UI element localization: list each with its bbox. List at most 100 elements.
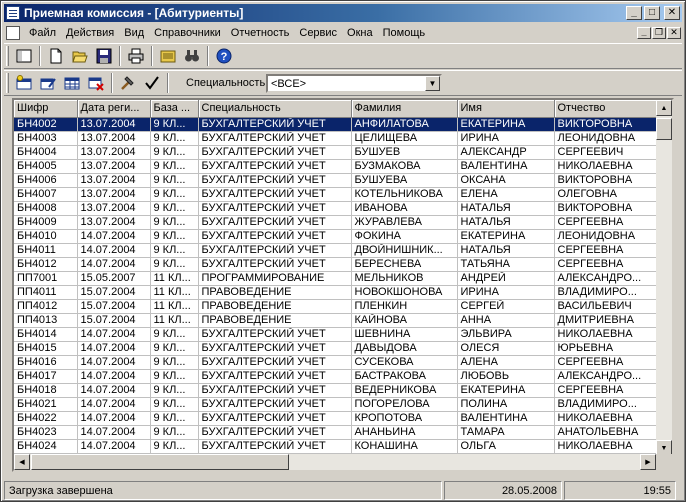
cell-patronymic[interactable]: ВИКТОРОВНА <box>554 117 659 132</box>
cell-base[interactable]: 9 КЛ... <box>150 327 199 342</box>
table-row[interactable]: БН4017 14.07.2004 9 КЛ... БУХГАЛТЕРСКИЙ УЧЕ… <box>14 369 659 384</box>
cell-base[interactable]: 9 КЛ... <box>150 229 199 244</box>
new-button[interactable] <box>45 45 67 67</box>
cell-registration-date[interactable]: 14.07.2004 <box>77 257 151 272</box>
cell-code[interactable]: БН4014 <box>14 327 78 342</box>
table-row[interactable]: ПП4013 15.07.2004 11 КЛ... ПРАВОВЕДЕНИЕ КАЙН… <box>14 313 659 328</box>
cell-registration-date[interactable]: 14.07.2004 <box>77 383 151 398</box>
cell-code[interactable]: БН4002 <box>14 117 78 132</box>
cell-code[interactable]: БН4016 <box>14 355 78 370</box>
cell-base[interactable]: 9 КЛ... <box>150 355 199 370</box>
cell-code[interactable]: БН4006 <box>14 173 78 188</box>
view-record-button[interactable] <box>61 72 83 94</box>
cell-code[interactable]: БН4009 <box>14 215 78 230</box>
cell-first-name[interactable]: ИРИНА <box>457 131 555 146</box>
search-button[interactable] <box>181 45 203 67</box>
cell-code[interactable]: ПП4011 <box>14 285 78 300</box>
cell-last-name[interactable]: ИВАНОВА <box>351 201 458 216</box>
cell-registration-date[interactable]: 13.07.2004 <box>77 201 151 216</box>
cell-patronymic[interactable]: СЕРГЕЕВНА <box>554 355 659 370</box>
cell-patronymic[interactable]: СЕРГЕЕВНА <box>554 383 659 398</box>
table-row[interactable]: БН4021 14.07.2004 9 КЛ... БУХГАЛТЕРСКИЙ УЧЕ… <box>14 397 659 412</box>
cell-patronymic[interactable]: ДМИТРИЕВНА <box>554 313 659 328</box>
cell-base[interactable]: 9 КЛ... <box>150 173 199 188</box>
cell-patronymic[interactable]: НИКОЛАЕВНА <box>554 159 659 174</box>
cell-code[interactable]: БН4015 <box>14 341 78 356</box>
cell-base[interactable]: 11 КЛ... <box>150 299 199 314</box>
cell-first-name[interactable]: ЭЛЬВИРА <box>457 327 555 342</box>
menu-reports[interactable]: Отчетность <box>226 27 295 39</box>
cell-registration-date[interactable]: 14.07.2004 <box>77 425 151 440</box>
cell-code[interactable]: БН4017 <box>14 369 78 384</box>
menu-windows[interactable]: Окна <box>342 27 378 39</box>
edit-record-button[interactable] <box>37 72 59 94</box>
cell-specialty[interactable]: БУХГАЛТЕРСКИЙ УЧЕТ <box>198 411 352 426</box>
cell-code[interactable]: БН4007 <box>14 187 78 202</box>
cell-base[interactable]: 9 КЛ... <box>150 117 199 132</box>
cell-code[interactable]: БН4012 <box>14 257 78 272</box>
cell-registration-date[interactable]: 13.07.2004 <box>77 131 151 146</box>
cell-specialty[interactable]: БУХГАЛТЕРСКИЙ УЧЕТ <box>198 257 352 272</box>
cell-patronymic[interactable]: ВЛАДИМИРО... <box>554 285 659 300</box>
column-header-first-name[interactable]: Имя <box>457 100 555 118</box>
cell-code[interactable]: БН4010 <box>14 229 78 244</box>
cell-first-name[interactable]: ИРИНА <box>457 285 555 300</box>
cell-specialty[interactable]: БУХГАЛТЕРСКИЙ УЧЕТ <box>198 187 352 202</box>
cell-registration-date[interactable]: 15.05.2007 <box>77 271 151 286</box>
table-row[interactable]: БН4002 13.07.2004 9 КЛ... БУХГАЛТЕРСКИЙ УЧЕ… <box>14 117 659 132</box>
cell-patronymic[interactable]: СЕРГЕЕВНА <box>554 243 659 258</box>
cell-first-name[interactable]: НАТАЛЬЯ <box>457 243 555 258</box>
column-header-last-name[interactable]: Фамилия <box>351 100 458 118</box>
column-header-code[interactable]: Шифр <box>14 100 78 118</box>
cell-registration-date[interactable]: 14.07.2004 <box>77 341 151 356</box>
cell-patronymic[interactable]: АЛЕКСАНДРО... <box>554 369 659 384</box>
column-header-registration-date[interactable]: Дата реги... <box>77 100 151 118</box>
cell-specialty[interactable]: БУХГАЛТЕРСКИЙ УЧЕТ <box>198 131 352 146</box>
cell-specialty[interactable]: БУХГАЛТЕРСКИЙ УЧЕТ <box>198 355 352 370</box>
cell-last-name[interactable]: АНАНЬИНА <box>351 425 458 440</box>
cell-registration-date[interactable]: 14.07.2004 <box>77 397 151 412</box>
cell-specialty[interactable]: ПРАВОВЕДЕНИЕ <box>198 313 352 328</box>
cell-specialty[interactable]: БУХГАЛТЕРСКИЙ УЧЕТ <box>198 369 352 384</box>
cell-base[interactable]: 9 КЛ... <box>150 383 199 398</box>
cell-patronymic[interactable]: СЕРГЕЕВНА <box>554 257 659 272</box>
cell-base[interactable]: 11 КЛ... <box>150 271 199 286</box>
column-header-patronymic[interactable]: Отчество <box>554 100 659 118</box>
cell-code[interactable]: БН4023 <box>14 425 78 440</box>
toolbar-grip[interactable] <box>6 73 9 93</box>
cell-specialty[interactable]: ПРОГРАММИРОВАНИЕ <box>198 271 352 286</box>
cell-code[interactable]: БН4005 <box>14 159 78 174</box>
cell-last-name[interactable]: ЖУРАВЛЕВА <box>351 215 458 230</box>
cell-registration-date[interactable]: 14.07.2004 <box>77 439 151 454</box>
panel-button[interactable] <box>13 45 35 67</box>
cell-base[interactable]: 9 КЛ... <box>150 145 199 160</box>
cell-specialty[interactable]: БУХГАЛТЕРСКИЙ УЧЕТ <box>198 145 352 160</box>
cell-specialty[interactable]: БУХГАЛТЕРСКИЙ УЧЕТ <box>198 173 352 188</box>
cell-patronymic[interactable]: АЛЕКСАНДРО... <box>554 271 659 286</box>
table-row[interactable]: БН4010 14.07.2004 9 КЛ... БУХГАЛТЕРСКИЙ УЧЕ… <box>14 229 659 244</box>
cell-patronymic[interactable]: СЕРГЕЕВНА <box>554 215 659 230</box>
toolbar-grip[interactable] <box>6 46 9 66</box>
cell-registration-date[interactable]: 15.07.2004 <box>77 313 151 328</box>
cell-patronymic[interactable]: ВИКТОРОВНА <box>554 201 659 216</box>
cell-last-name[interactable]: ПЛЕНКИН <box>351 299 458 314</box>
cell-base[interactable]: 9 КЛ... <box>150 397 199 412</box>
table-row[interactable]: БН4024 14.07.2004 9 КЛ... БУХГАЛТЕРСКИЙ УЧЕ… <box>14 439 659 454</box>
table-row[interactable]: БН4023 14.07.2004 9 КЛ... БУХГАЛТЕРСКИЙ УЧЕ… <box>14 425 659 440</box>
cell-specialty[interactable]: БУХГАЛТЕРСКИЙ УЧЕТ <box>198 215 352 230</box>
cell-specialty[interactable]: БУХГАЛТЕРСКИЙ УЧЕТ <box>198 201 352 216</box>
table-row[interactable]: БН4022 14.07.2004 9 КЛ... БУХГАЛТЕРСКИЙ УЧЕ… <box>14 411 659 426</box>
open-button[interactable] <box>69 45 91 67</box>
maximize-button[interactable]: □ <box>644 6 660 20</box>
cell-registration-date[interactable]: 13.07.2004 <box>77 117 151 132</box>
cell-specialty[interactable]: БУХГАЛТЕРСКИЙ УЧЕТ <box>198 229 352 244</box>
cell-last-name[interactable]: КАЙНОВА <box>351 313 458 328</box>
cell-code[interactable]: БН4011 <box>14 243 78 258</box>
cell-last-name[interactable]: ШЕВНИНА <box>351 327 458 342</box>
cell-first-name[interactable]: ВАЛЕНТИНА <box>457 159 555 174</box>
horizontal-scrollbar[interactable]: ◀ ▶ <box>14 454 656 470</box>
cell-first-name[interactable]: НАТАЛЬЯ <box>457 201 555 216</box>
table-row[interactable]: БН4007 13.07.2004 9 КЛ... БУХГАЛТЕРСКИЙ УЧЕ… <box>14 187 659 202</box>
table-row[interactable]: ПП4011 15.07.2004 11 КЛ... ПРАВОВЕДЕНИЕ НОВО… <box>14 285 659 300</box>
table-row[interactable]: БН4011 14.07.2004 9 КЛ... БУХГАЛТЕРСКИЙ УЧЕ… <box>14 243 659 258</box>
